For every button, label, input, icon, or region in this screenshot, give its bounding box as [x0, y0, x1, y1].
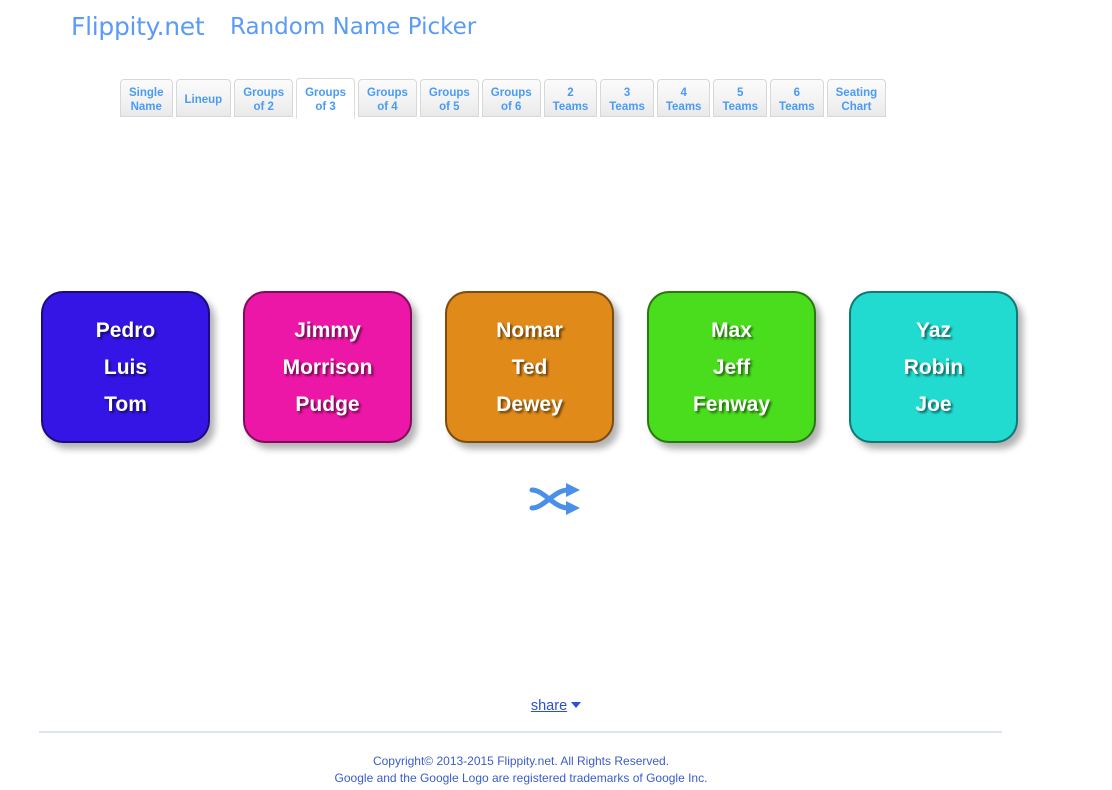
tab-groups-of-2[interactable]: Groups of 2	[234, 79, 293, 117]
share-row: share	[0, 697, 1112, 715]
tab-bar: Single NameLineupGroups of 2Groups of 3G…	[0, 79, 1112, 121]
group-member-name: Luis	[104, 349, 147, 386]
brand-logo[interactable]: Flippity.net	[71, 12, 204, 41]
group-member-name: Nomar	[496, 312, 563, 349]
page-title: Random Name Picker	[230, 14, 476, 40]
tab-groups-of-5[interactable]: Groups of 5	[420, 79, 479, 117]
footer: Copyright© 2013-2015 Flippity.net. All R…	[0, 753, 1042, 787]
tab-groups-of-4[interactable]: Groups of 4	[358, 79, 417, 117]
tab-strip: Single NameLineupGroups of 2Groups of 3G…	[120, 79, 886, 119]
groups-area: PedroLuisTomJimmyMorrisonPudgeNomarTedDe…	[0, 285, 1112, 455]
tab-5-teams[interactable]: 5 Teams	[713, 79, 767, 117]
group-member-name: Dewey	[496, 386, 563, 423]
group-member-name: Jimmy	[294, 312, 361, 349]
group-card[interactable]: PedroLuisTom	[41, 291, 210, 443]
group-member-name: Tom	[104, 386, 147, 423]
tab-groups-of-6[interactable]: Groups of 6	[482, 79, 541, 117]
tab-3-teams[interactable]: 3 Teams	[600, 79, 654, 117]
footer-divider	[39, 731, 1002, 733]
tab-single-name[interactable]: Single Name	[120, 79, 173, 117]
group-card[interactable]: JimmyMorrisonPudge	[243, 291, 412, 443]
tab-seating-chart[interactable]: Seating Chart	[827, 79, 887, 117]
group-member-name: Fenway	[693, 386, 770, 423]
group-card[interactable]: YazRobinJoe	[849, 291, 1018, 443]
group-member-name: Morrison	[283, 349, 373, 386]
copyright-line: Copyright© 2013-2015 Flippity.net. All R…	[0, 753, 1042, 770]
group-member-name: Pudge	[295, 386, 359, 423]
group-member-name: Robin	[904, 349, 963, 386]
group-member-name: Yaz	[916, 312, 951, 349]
group-card[interactable]: MaxJeffFenway	[647, 291, 816, 443]
group-member-name: Max	[711, 312, 752, 349]
group-member-name: Joe	[915, 386, 951, 423]
group-member-name: Ted	[512, 349, 548, 386]
trademark-line: Google and the Google Logo are registere…	[0, 770, 1042, 787]
group-member-name: Pedro	[96, 312, 156, 349]
page-header: Flippity.net Random Name Picker	[0, 0, 1112, 62]
tab-groups-of-3[interactable]: Groups of 3	[296, 78, 355, 119]
chevron-down-icon[interactable]	[571, 702, 581, 708]
tab-6-teams[interactable]: 6 Teams	[770, 79, 824, 117]
tab-4-teams[interactable]: 4 Teams	[657, 79, 711, 117]
tab-lineup[interactable]: Lineup	[176, 79, 232, 117]
shuffle-icon[interactable]	[528, 478, 584, 518]
share-link[interactable]: share	[531, 698, 567, 714]
group-card-row: PedroLuisTomJimmyMorrisonPudgeNomarTedDe…	[41, 291, 1018, 443]
shuffle-area	[0, 478, 1112, 523]
group-member-name: Jeff	[713, 349, 750, 386]
tab-2-teams[interactable]: 2 Teams	[544, 79, 598, 117]
group-card[interactable]: NomarTedDewey	[445, 291, 614, 443]
